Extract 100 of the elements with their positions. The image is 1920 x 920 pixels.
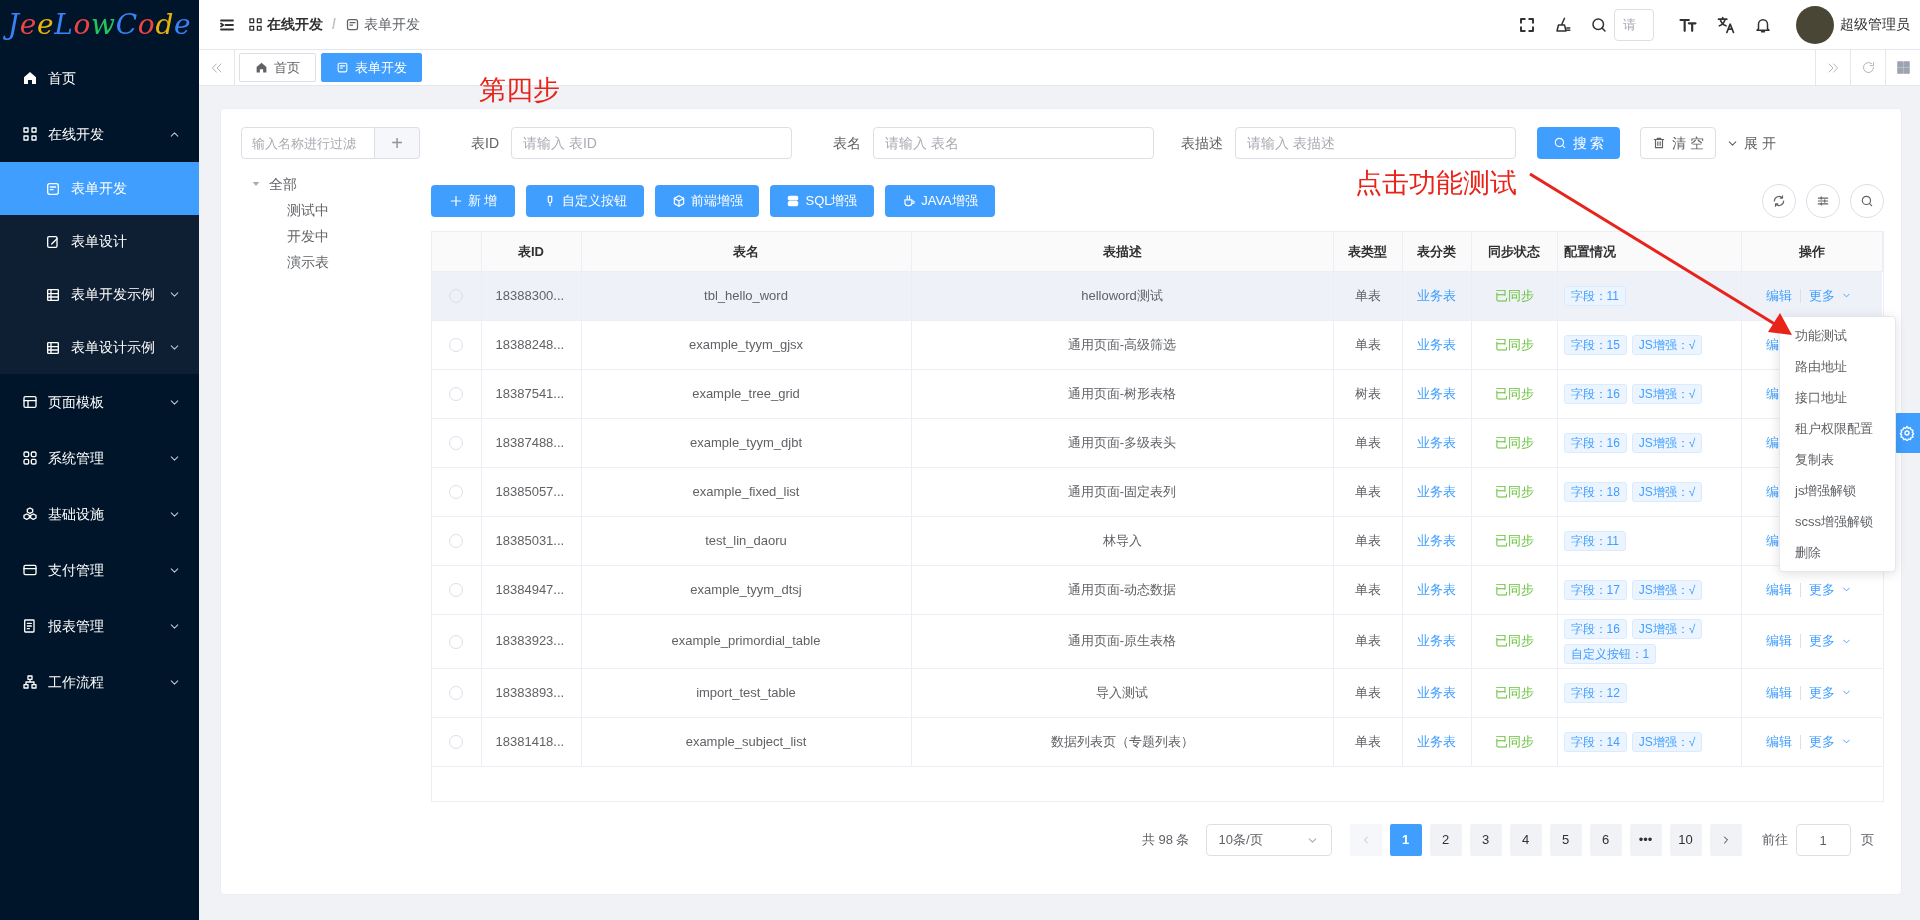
- page-input[interactable]: 1: [1795, 824, 1851, 856]
- card-icon: [22, 562, 38, 578]
- column-header: 配置情况: [1562, 242, 1617, 261]
- tree-node[interactable]: 演示表: [287, 251, 329, 273]
- table-cell-text: 导入测试: [1095, 683, 1149, 702]
- table-cell-text: example_fixed_list: [691, 482, 801, 501]
- table-cell-text: 18385057...: [494, 482, 566, 501]
- table-cell-text: 单表: [1353, 683, 1382, 702]
- page-size-select[interactable]: 10条/页: [1205, 824, 1332, 856]
- table-cell-text: 林导入: [1101, 531, 1143, 550]
- table-cell-text: 业务表: [1416, 683, 1457, 702]
- clear-button[interactable]: 清 空: [1640, 127, 1716, 159]
- table-row[interactable]: 18381418... example_subject_list 数据列表页（专题列表） 单表 业务表 已同步 字段：14 JS增强：√ 编辑 更多: [432, 717, 1882, 766]
- table-cell-text: 已同步: [1493, 335, 1535, 354]
- search-input[interactable]: 请输入 表ID: [511, 127, 792, 159]
- page-button[interactable]: 5: [1549, 824, 1582, 856]
- fullscreen-icon: [1518, 15, 1536, 34]
- search-field[interactable]: 请: [1614, 8, 1654, 41]
- field-label: 表名: [832, 133, 862, 153]
- table-row[interactable]: 18384947... example_tyym_dtsj 通用页面-动态数据 单表 业务表 已同步 字段：17 JS增强：√ 编辑 更多: [432, 565, 1882, 614]
- config-tag: 字段：14: [1563, 731, 1627, 752]
- config-tag: JS增强：√: [1631, 432, 1703, 453]
- filter-field[interactable]: 输入名称进行过滤: [241, 127, 375, 159]
- table-cell-text: 数据列表页（专题列表）: [1049, 732, 1195, 751]
- avatar[interactable]: [1796, 5, 1834, 44]
- table-cell-text: 单表: [1353, 732, 1382, 751]
- refresh-icon: [1771, 194, 1786, 208]
- page-button[interactable]: 4: [1509, 824, 1542, 856]
- form-icon: [344, 17, 360, 32]
- next-page-button[interactable]: [1709, 824, 1742, 856]
- edit-icon: [45, 233, 61, 250]
- table-cell-text: 已同步: [1493, 482, 1535, 501]
- database-icon: [786, 194, 801, 208]
- search-input[interactable]: 请输入 表名: [873, 127, 1154, 159]
- plus-icon: [448, 194, 463, 208]
- page-button[interactable]: 3: [1469, 824, 1502, 856]
- grid-icon: [22, 126, 38, 142]
- page-button[interactable]: 6: [1589, 824, 1622, 856]
- table-row[interactable]: 18388300... tbl_hello_word helloword测试 单表 业务表 已同步 字段：11 编辑 更多: [432, 271, 1882, 320]
- config-tag: 字段：11: [1563, 285, 1626, 306]
- field-label: 表描述: [1180, 133, 1224, 153]
- table-cell-text: 已同步: [1493, 286, 1535, 305]
- table-row[interactable]: 18383923... example_primordial_table 通用页面-原生表格 单表 业务表 已同步 字段：16 JS增强：√ 自定义按钮：1 编辑 更多: [432, 614, 1882, 668]
- broom-icon: [1554, 15, 1572, 34]
- breadcrumb-separator: /: [332, 15, 336, 34]
- sidebar-item[interactable]: 表单设计示例: [0, 321, 199, 374]
- flow-icon: [22, 674, 38, 690]
- home-icon: [22, 70, 38, 86]
- table-cell-text: 业务表: [1416, 531, 1457, 550]
- search-icon: [1590, 15, 1608, 34]
- table-cell-text: example_primordial_table: [670, 632, 822, 651]
- config-tag: 自定义按钮：1: [1563, 643, 1657, 664]
- table-cell-text: 已同步: [1493, 384, 1535, 403]
- expand-toggle[interactable]: 展 开: [1726, 127, 1776, 159]
- column-header: 表描述: [1101, 242, 1143, 261]
- column-header: 同步状态: [1487, 242, 1541, 261]
- tree-node[interactable]: 测试中: [287, 199, 329, 221]
- table-cell-text: 已同步: [1493, 433, 1535, 452]
- config-tag: 字段：17: [1563, 579, 1627, 600]
- breadcrumb-item[interactable]: 表单开发: [363, 14, 420, 35]
- config-tag: JS增强：√: [1631, 618, 1703, 639]
- home-icon: [255, 61, 268, 74]
- table-icon: [45, 339, 61, 356]
- table-cell-text: 单表: [1353, 433, 1382, 452]
- table-cell-text: 已同步: [1493, 632, 1535, 651]
- table-cell-text: 业务表: [1416, 433, 1457, 452]
- page-tab[interactable]: 首页: [239, 53, 316, 82]
- table-cell-text: example_tree_grid: [691, 384, 801, 403]
- sidebar-item[interactable]: 表单设计: [0, 215, 199, 268]
- column-header: 表ID: [517, 242, 545, 261]
- table-cell-text: 单表: [1353, 286, 1382, 305]
- config-tag: JS增强：√: [1631, 383, 1703, 404]
- breadcrumb-item[interactable]: 在线开发: [267, 14, 323, 35]
- sidebar-item[interactable]: 表单开发示例: [0, 268, 199, 321]
- column-header: 操作: [1797, 242, 1826, 261]
- grid-icon: [248, 17, 263, 32]
- config-tag: 字段：16: [1563, 383, 1627, 404]
- table-row[interactable]: 18383893... import_test_table 导入测试 单表 业务表 已同步 字段：12 编辑 更多: [432, 668, 1882, 717]
- table-cell-text: 单表: [1353, 632, 1382, 651]
- table-cell-text: 18387541...: [494, 384, 566, 403]
- table-cell-text: helloword测试: [1080, 286, 1164, 305]
- tree-node[interactable]: 全部: [269, 173, 297, 195]
- table-icon: [45, 286, 61, 303]
- user-name[interactable]: 超级管理员: [1840, 14, 1910, 35]
- tree-node[interactable]: 开发中: [287, 225, 329, 247]
- table-cell-text: example_tyym_gjsx: [687, 335, 805, 354]
- table-cell-text: 业务表: [1416, 286, 1457, 305]
- config-tag: JS增强：√: [1631, 731, 1703, 752]
- table-cell-text: 18385031...: [494, 531, 566, 550]
- search-input[interactable]: 请输入 表描述: [1235, 127, 1516, 159]
- table-cell-text: 业务表: [1416, 384, 1457, 403]
- settings-tab[interactable]: [1894, 413, 1920, 453]
- page-button[interactable]: 2: [1429, 824, 1462, 856]
- annotation-text: 第四步: [479, 74, 560, 107]
- page-button[interactable]: •••: [1629, 824, 1662, 856]
- table-cell-text: 单表: [1353, 482, 1382, 501]
- column-header: 表类型: [1347, 242, 1388, 261]
- column-header: 表名: [732, 242, 760, 261]
- page-button[interactable]: 10: [1669, 824, 1702, 856]
- config-tag: 字段：15: [1563, 334, 1627, 355]
